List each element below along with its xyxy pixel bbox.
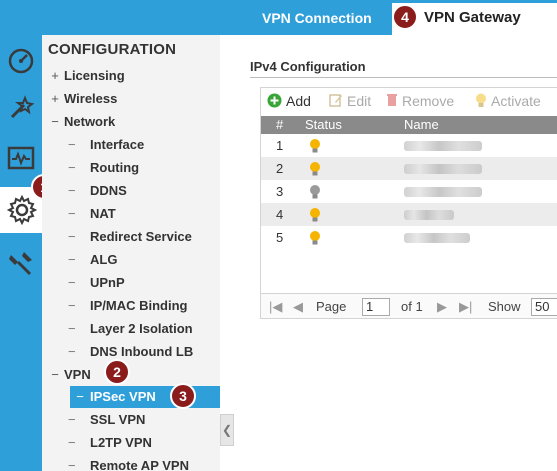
- nav-item-upnp[interactable]: − UPnP: [68, 272, 125, 294]
- collapse-icon[interactable]: −: [46, 111, 64, 133]
- nav-item-nat[interactable]: − NAT: [68, 203, 116, 225]
- top-tab-bar: VPN Connection VPN Gateway: [0, 0, 557, 35]
- nav-item-dns-inbound-lb[interactable]: − DNS Inbound LB: [68, 341, 193, 363]
- nav-item-alg[interactable]: − ALG: [68, 249, 117, 271]
- nav-title: CONFIGURATION: [48, 41, 177, 58]
- step-badge-2: 2: [104, 359, 130, 385]
- chevron-left-icon: ❮: [221, 423, 233, 437]
- activate-button[interactable]: Activate: [475, 92, 541, 110]
- tab-vpn-connection[interactable]: VPN Connection: [250, 0, 384, 35]
- nav-item-layer2-isolation[interactable]: − Layer 2 Isolation: [68, 318, 193, 340]
- page-label: Page: [316, 299, 347, 314]
- add-button[interactable]: Add: [267, 92, 311, 110]
- nav-item-redirect-service[interactable]: − Redirect Service: [68, 226, 192, 248]
- column-header-index[interactable]: #: [276, 116, 283, 134]
- row-name-redacted: [404, 180, 482, 204]
- configuration-gear-icon: [7, 195, 37, 225]
- maintenance-button[interactable]: [0, 239, 42, 285]
- show-label: Show: [488, 299, 521, 314]
- row-name-redacted: [404, 226, 470, 250]
- remove-button[interactable]: Remove: [386, 92, 454, 110]
- nav-item-wireless[interactable]: + Wireless: [46, 88, 117, 110]
- step-badge-4: 4: [392, 4, 418, 30]
- trash-icon: [386, 93, 398, 111]
- nav-item-ip-mac-binding[interactable]: − IP/MAC Binding: [68, 295, 188, 317]
- row-name-redacted: [404, 203, 454, 227]
- column-header-status[interactable]: Status: [305, 116, 342, 134]
- column-header-name[interactable]: Name: [404, 116, 439, 134]
- nav-item-network[interactable]: − Network: [46, 111, 115, 133]
- expand-icon[interactable]: +: [46, 65, 64, 87]
- configuration-nav-panel: CONFIGURATION + Licensing + Wireless − Netw…: [42, 35, 220, 471]
- edit-icon: [329, 93, 343, 111]
- nav-item-l2tp-vpn[interactable]: − L2TP VPN: [68, 432, 152, 454]
- table-pager: |◀ ◀ Page 1 of 1 ▶ ▶| Show 50: [261, 293, 557, 318]
- lightbulb-icon: [475, 93, 487, 112]
- step-badge-3: 3: [170, 383, 196, 409]
- section-divider: [250, 77, 557, 78]
- first-page-icon[interactable]: |◀: [269, 294, 282, 318]
- table-row[interactable]: 3: [261, 180, 557, 203]
- next-page-icon[interactable]: ▶: [437, 294, 447, 318]
- page-size-select[interactable]: 50: [531, 298, 557, 316]
- row-index: 3: [276, 184, 284, 199]
- vpn-gateway-table: Add Edit Remove Activate # Status Name 1…: [260, 87, 557, 319]
- quick-setup-icon: [10, 95, 35, 119]
- section-title: IPv4 Configuration: [250, 59, 366, 74]
- nav-item-ipsec-vpn[interactable]: − IPSec VPN: [70, 386, 220, 408]
- table-header: # Status Name: [261, 116, 557, 134]
- status-bulb-on-icon: [309, 226, 321, 253]
- quick-setup-button[interactable]: [0, 85, 42, 131]
- table-row[interactable]: 2: [261, 157, 557, 180]
- nav-item-routing[interactable]: − Routing: [68, 157, 139, 179]
- add-icon: [267, 93, 282, 112]
- nav-item-remote-ap-vpn[interactable]: − Remote AP VPN: [68, 455, 189, 471]
- main-content: IPv4 Configuration Add Edit Remove Activ…: [234, 35, 557, 471]
- row-index: 5: [276, 230, 284, 245]
- page-of-label: of 1: [401, 299, 423, 314]
- edit-button[interactable]: Edit: [329, 92, 371, 110]
- row-name-redacted: [404, 157, 482, 181]
- expand-icon[interactable]: +: [46, 88, 64, 110]
- prev-page-icon[interactable]: ◀: [293, 294, 303, 318]
- table-row[interactable]: 1: [261, 134, 557, 157]
- page-number-input[interactable]: 1: [362, 298, 390, 316]
- table-row[interactable]: 5: [261, 226, 557, 249]
- nav-item-ssl-vpn[interactable]: − SSL VPN: [68, 409, 145, 431]
- nav-item-vpn[interactable]: − VPN: [46, 364, 91, 386]
- table-toolbar: Add Edit Remove Activate: [261, 88, 557, 114]
- last-page-icon[interactable]: ▶|: [459, 294, 472, 318]
- dashboard-icon: [8, 48, 34, 74]
- row-index: 4: [276, 207, 284, 222]
- dashboard-button[interactable]: [0, 37, 42, 83]
- table-row[interactable]: 4: [261, 203, 557, 226]
- row-index: 2: [276, 161, 284, 176]
- maintenance-tools-icon: [9, 252, 32, 276]
- nav-item-interface[interactable]: − Interface: [68, 134, 144, 156]
- collapse-panel-button[interactable]: ❮: [220, 414, 234, 446]
- nav-item-ddns[interactable]: − DDNS: [68, 180, 127, 202]
- nav-item-licensing[interactable]: + Licensing: [46, 65, 124, 87]
- row-name-redacted: [404, 134, 482, 158]
- main-menu-icon-bar: [0, 35, 44, 471]
- monitor-button[interactable]: [0, 135, 42, 181]
- collapse-icon[interactable]: −: [46, 364, 64, 386]
- monitor-icon: [7, 146, 35, 170]
- row-index: 1: [276, 138, 284, 153]
